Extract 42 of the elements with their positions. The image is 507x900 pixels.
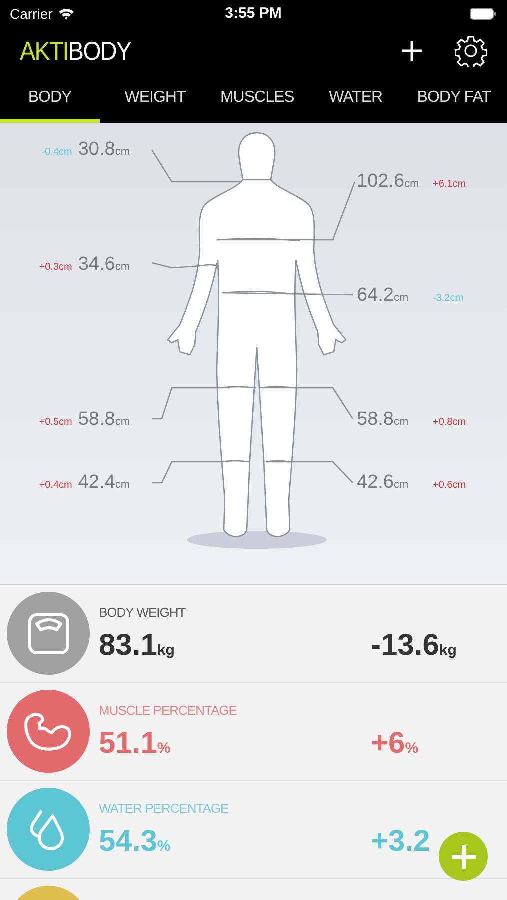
tab[interactable]: BODY FAT	[407, 74, 501, 123]
app-logo: AKTIBODY	[20, 34, 132, 68]
measurement-value: 102.6cm	[357, 174, 420, 191]
add-button[interactable]	[399, 38, 425, 64]
stat-value: 54.3%	[99, 824, 171, 860]
measurement-change: +6.1cm	[433, 178, 466, 192]
settings-button[interactable]	[455, 35, 487, 67]
wifi-icon	[58, 8, 75, 20]
battery-icon	[470, 8, 497, 20]
carrier-name: Carrier	[10, 4, 53, 24]
measurement-value: 64.2cm	[357, 288, 409, 305]
leader-line	[152, 461, 222, 484]
stat-title: WATER PERCENTAGE	[99, 800, 230, 818]
measurement-value: 58.8cm	[357, 412, 409, 429]
stat-change: +6%	[371, 726, 419, 762]
measurement-value: 42.4cm	[78, 471, 130, 495]
stat-title: BODY WEIGHT	[99, 604, 187, 622]
tab[interactable]: WATER	[319, 74, 393, 123]
stat-value: 51.1%	[99, 726, 171, 762]
measurement-change: +0.8cm	[433, 416, 466, 430]
measurement-change: +0.4cm	[39, 479, 72, 493]
measurement-change: -3.2cm	[433, 292, 464, 306]
measurement-change: +0.3cm	[39, 261, 72, 275]
plus-icon	[401, 40, 423, 62]
stat-title: MUSCLE PERCENTAGE	[99, 702, 238, 720]
plus-icon	[450, 842, 478, 870]
measurement-value: 34.6cm	[78, 253, 130, 277]
settings-icon	[455, 35, 487, 67]
measurement-change: +0.6cm	[433, 479, 466, 493]
measurement-value: 58.8cm	[78, 408, 130, 432]
tab[interactable]: WEIGHT	[114, 74, 196, 123]
measurement-change: -0.4cm	[42, 146, 72, 160]
stat-change: +3.2	[371, 824, 430, 860]
status-time: 3:55 PM	[225, 4, 282, 24]
scale-icon	[26, 610, 72, 656]
measurement-value: 42.6cm	[357, 475, 409, 492]
stat-value: 83.1kg	[99, 628, 175, 664]
stat-change: -13.6kg	[371, 628, 457, 664]
tab[interactable]: MUSCLES	[210, 74, 304, 123]
measurement-value: 30.8cm	[78, 138, 130, 162]
measurement-change: +0.5cm	[39, 416, 72, 430]
leader-line	[152, 262, 202, 269]
